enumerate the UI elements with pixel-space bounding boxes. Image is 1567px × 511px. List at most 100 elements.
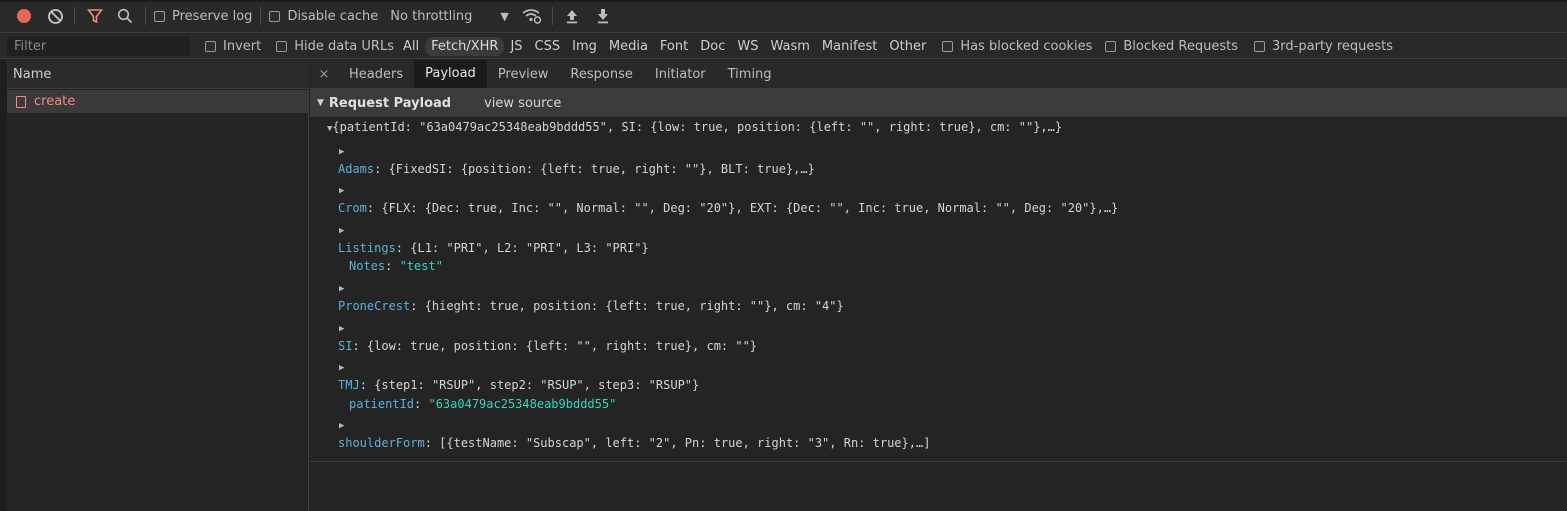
request-row[interactable]: create [7,90,309,113]
filter-bar: Filter Invert Hide data URLs All Fetch/X… [0,34,1567,59]
third-party-requests-checkbox[interactable]: 3rd-party requests [1254,39,1393,54]
invert-label: Invert [223,38,262,54]
tree-entry[interactable]: Listings: {L1: "PRI", L2: "PRI", L3: "PR… [338,241,649,255]
tab-headers[interactable]: Headers [338,60,414,88]
checkbox-box[interactable] [269,10,281,22]
entry-value: {hieght: true, position: {left: true, ri… [424,299,844,313]
has-blocked-cookies-label: Has blocked cookies [960,38,1093,54]
export-har-icon[interactable] [596,8,610,24]
checkbox-box[interactable] [276,40,288,52]
disable-cache-checkbox[interactable]: Disable cache [269,9,378,24]
filter-type-doc[interactable]: Doc [694,37,731,56]
filter-type-js[interactable]: JS [504,37,528,56]
tree-entry[interactable]: Crom: {FLX: {Dec: true, Inc: "", Normal:… [338,201,1118,215]
clear-icon[interactable] [48,8,63,24]
filter-type-img[interactable]: Img [566,37,603,56]
entry-value: {step1: "RSUP", step2: "RSUP", step3: "R… [374,378,700,392]
divider [551,7,553,25]
entry-key: Notes [349,259,386,273]
tab-preview[interactable]: Preview [487,60,560,88]
expand-triangle-icon[interactable]: ▶ [339,417,344,431]
collapse-triangle-icon[interactable]: ▼ [317,98,324,108]
checkbox-box[interactable] [1105,40,1117,52]
entry-key: TMJ [338,378,360,392]
tab-payload[interactable]: Payload [414,60,487,88]
entry-key: patientId [349,397,415,411]
hide-data-urls-checkbox[interactable]: Hide data URLs [276,39,394,54]
tree-entry[interactable]: ProneCrest: {hieght: true, position: {le… [338,299,844,313]
entry-value: {L1: "PRI", L2: "PRI", L3: "PRI"} [410,241,649,255]
payload-root[interactable]: ▼{patientId: "63a0479ac25348eab9bddd55",… [327,120,1062,134]
checkbox-box[interactable] [1254,40,1266,52]
entry-key: SI [338,339,353,353]
checkbox-box[interactable] [205,40,216,52]
entry-value: "test" [399,259,443,273]
filter-type-media[interactable]: Media [603,37,654,56]
filter-type-css[interactable]: CSS [529,37,567,56]
tree-entry[interactable]: patientId: "63a0479ac25348eab9bddd55" [349,397,616,411]
close-icon[interactable]: × [310,60,338,88]
filter-type-wasm[interactable]: Wasm [764,37,815,56]
entry-value: {FixedSI: {position: {left: true, right:… [388,162,815,176]
disable-cache-label: Disable cache [287,8,379,24]
tree-entry[interactable]: TMJ: {step1: "RSUP", step2: "RSUP", step… [338,378,699,392]
document-icon [16,95,26,108]
main-toolbar: Preserve log Disable cache No throttling… [0,0,1567,33]
filter-input[interactable]: Filter [7,36,190,56]
top-border [0,0,1567,2]
tree-entry[interactable]: shoulderForm: [{testName: "Subscap", lef… [338,436,930,450]
throttling-select[interactable]: No throttling [390,9,472,24]
tree-entry[interactable]: SI: {low: true, position: {left: "", rig… [338,339,757,353]
expand-triangle-icon[interactable]: ▶ [339,280,344,294]
tab-response[interactable]: Response [559,60,643,88]
detail-tabs: × Headers Payload Preview Response Initi… [310,60,1567,89]
filter-type-other[interactable]: Other [883,37,932,56]
entry-value: {FLX: {Dec: true, Inc: "", Normal: "", D… [381,201,1119,215]
tree-entry[interactable]: Notes: "test" [349,259,443,273]
divider [145,7,146,25]
entry-value: "63a0479ac25348eab9bddd55" [428,397,617,411]
hide-data-urls-label: Hide data URLs [294,38,394,54]
import-har-icon[interactable] [565,8,579,24]
expand-triangle-icon[interactable]: ▶ [339,143,344,157]
filter-type-font[interactable]: Font [654,37,694,56]
chevron-down-icon[interactable]: ▼ [500,10,508,23]
tab-timing[interactable]: Timing [717,60,783,88]
filter-icon[interactable] [87,8,103,24]
network-conditions-icon[interactable] [522,8,542,24]
entry-key: Crom [338,201,367,215]
request-detail-panel: × Headers Payload Preview Response Initi… [310,60,1567,511]
has-blocked-cookies-checkbox[interactable]: Has blocked cookies [942,39,1092,54]
checkbox-box[interactable] [154,10,165,22]
entry-key: ProneCrest [338,299,411,313]
section-title: Request Payload [328,95,452,111]
expand-triangle-icon[interactable]: ▶ [339,182,344,196]
blocked-requests-label: Blocked Requests [1123,38,1239,54]
divider [260,7,262,25]
preserve-log-label: Preserve log [172,8,253,24]
payload-summary: {patientId: "63a0479ac25348eab9bddd55", … [332,120,1063,134]
blocked-requests-checkbox[interactable]: Blocked Requests [1105,39,1238,54]
expand-triangle-icon[interactable]: ▶ [339,359,344,373]
tab-initiator[interactable]: Initiator [644,60,717,88]
entry-key: Listings [338,241,396,255]
divider [74,7,75,25]
checkbox-box[interactable] [942,40,954,52]
request-payload-header[interactable]: ▼ Request Payload view source [310,89,1567,117]
preserve-log-checkbox[interactable]: Preserve log [154,9,252,24]
filter-type-fetch-xhr[interactable]: Fetch/XHR [425,36,505,56]
filter-type-ws[interactable]: WS [731,37,764,56]
filter-type-manifest[interactable]: Manifest [816,37,883,56]
expand-triangle-icon[interactable]: ▶ [339,320,344,334]
entry-value: [{testName: "Subscap", left: "2", Pn: tr… [439,436,931,450]
view-source-link[interactable]: view source [484,96,561,111]
search-icon[interactable] [117,8,133,24]
name-column-header[interactable]: Name [7,60,309,89]
record-icon[interactable] [17,9,31,23]
expand-triangle-icon[interactable]: ▶ [339,222,344,236]
tree-entry[interactable]: Adams: {FixedSI: {position: {left: true,… [338,162,815,176]
invert-checkbox[interactable]: Invert [205,39,261,54]
request-name: create [34,94,76,109]
filter-type-all[interactable]: All [397,37,425,56]
gutter [0,60,7,511]
